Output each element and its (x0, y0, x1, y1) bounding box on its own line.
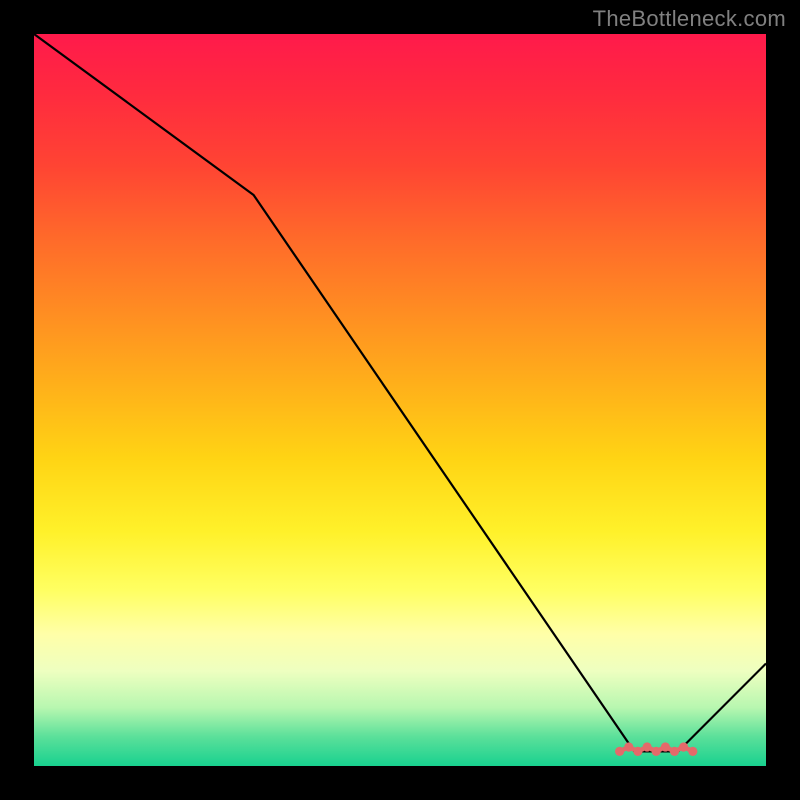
optimal-marker (640, 747, 645, 752)
optimal-marker (622, 747, 627, 752)
optimal-marker (649, 747, 654, 752)
bottleneck-curve (34, 34, 766, 751)
chart-frame: TheBottleneck.com (0, 0, 800, 800)
optimal-marker (686, 747, 691, 752)
attribution-text: TheBottleneck.com (593, 6, 786, 32)
optimal-marker (668, 747, 673, 752)
curve-svg (34, 34, 766, 766)
plot-area (34, 34, 766, 766)
optimal-markers (615, 742, 697, 756)
optimal-marker (658, 747, 663, 752)
optimal-marker (677, 747, 682, 752)
optimal-marker (631, 747, 636, 752)
